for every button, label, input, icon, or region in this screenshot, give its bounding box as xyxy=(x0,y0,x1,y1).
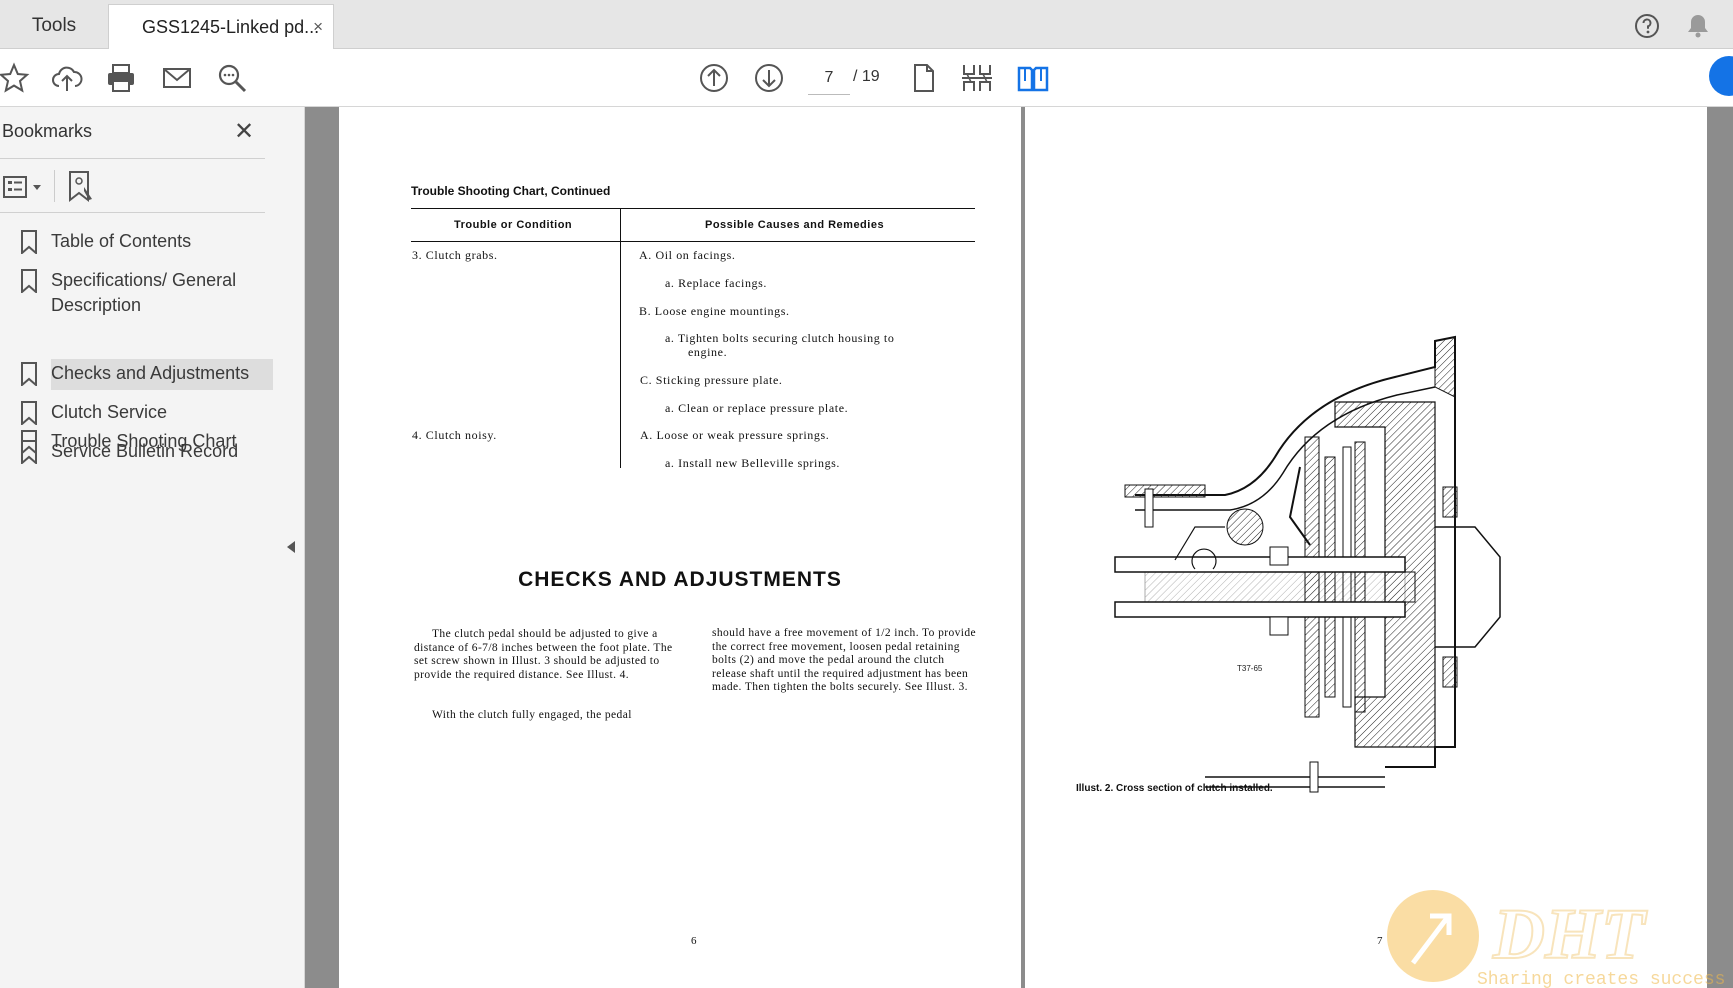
figure-code: T37-65 xyxy=(1237,664,1263,673)
bookmark-icon xyxy=(21,440,37,464)
watermark-brand: DHT xyxy=(1492,894,1648,974)
page-total: / 19 xyxy=(853,68,880,85)
table-header-trouble: Trouble or Condition xyxy=(454,219,573,231)
page-number: 6 xyxy=(691,935,697,947)
bookmark-label: Table of Contents xyxy=(51,231,192,251)
new-bookmark-icon[interactable] xyxy=(66,169,96,203)
zoom-search-icon[interactable] xyxy=(215,61,249,95)
divider xyxy=(0,158,265,159)
remedy-cell: a. Install new Belleville springs. xyxy=(665,456,841,470)
watermark-slogan: Sharing creates success xyxy=(1477,970,1725,988)
table-header-causes: Possible Causes and Remedies xyxy=(705,219,885,231)
remedy-cell: A. Oil on facings. xyxy=(639,248,736,262)
notification-bell-icon[interactable] xyxy=(1685,12,1711,40)
trouble-cell: 4. Clutch noisy. xyxy=(412,428,497,442)
tab-document[interactable]: GSS1245-Linked pd... × xyxy=(108,4,334,49)
page-number: 7 xyxy=(1377,935,1383,947)
table-column-rule xyxy=(620,209,621,468)
bookmarks-panel: Bookmarks ✕ Table of Contents Specificat… xyxy=(0,107,282,988)
mail-icon[interactable] xyxy=(160,61,194,95)
two-page-view-icon[interactable] xyxy=(1016,61,1050,95)
document-viewport[interactable]: Trouble Shooting Chart, Continued Troubl… xyxy=(305,107,1733,988)
bookmark-icon xyxy=(21,401,37,425)
remedy-cell: B. Loose engine mountings. xyxy=(639,304,790,318)
page-number-input[interactable] xyxy=(808,62,850,95)
bookmark-label: Service Bulletin Record xyxy=(51,441,239,461)
print-icon[interactable] xyxy=(104,61,138,95)
collapse-arrow-icon[interactable] xyxy=(287,541,295,553)
tab-close-icon[interactable]: × xyxy=(313,5,323,49)
remedy-cell: a. Clean or replace pressure plate. xyxy=(665,401,849,415)
page-7: T37-65 Illust. 2. Cross section of clutc… xyxy=(1025,107,1707,988)
bookmark-label: Specifications/ General Description xyxy=(51,270,237,315)
page-up-icon[interactable] xyxy=(697,61,731,95)
tab-tools[interactable]: Tools xyxy=(0,4,108,48)
table-rule xyxy=(411,241,975,242)
help-icon[interactable] xyxy=(1633,12,1661,40)
remedy-cell: a. Tighten bolts securing clutch housing… xyxy=(665,331,895,345)
toolbar: / 19 xyxy=(0,49,1733,107)
bookmarks-close-icon[interactable]: ✕ xyxy=(234,117,254,146)
clutch-cross-section-illustration xyxy=(1114,335,1501,793)
section-heading: CHECKS AND ADJUSTMENTS xyxy=(518,568,842,591)
bookmark-icon xyxy=(21,269,37,293)
remedy-cell: A. Loose or weak pressure springs. xyxy=(640,428,830,442)
tab-document-label: GSS1245-Linked pd... xyxy=(142,17,320,37)
bookmark-options-menu-icon[interactable] xyxy=(2,172,44,202)
remedy-cell: engine. xyxy=(688,345,728,359)
bookmark-label: Clutch Service xyxy=(51,402,168,422)
divider xyxy=(0,212,265,213)
dht-watermark-logo: DHT Sharing creates success xyxy=(1387,890,1725,988)
figure-caption: Illust. 2. Cross section of clutch insta… xyxy=(1076,783,1273,794)
chart-title: Trouble Shooting Chart, Continued xyxy=(411,184,611,198)
page-thumbnails-icon[interactable] xyxy=(960,61,994,95)
page-down-icon[interactable] xyxy=(752,61,786,95)
single-page-icon[interactable] xyxy=(906,61,940,95)
bookmark-label: Checks and Adjustments xyxy=(51,359,273,390)
page-6: Trouble Shooting Chart, Continued Troubl… xyxy=(339,107,1021,988)
bookmark-icon xyxy=(21,362,37,386)
tab-bar: Tools GSS1245-Linked pd... × xyxy=(0,0,1733,49)
bookmark-icon xyxy=(21,230,37,254)
remedy-cell: a. Replace facings. xyxy=(665,276,768,290)
cloud-upload-icon[interactable] xyxy=(50,61,84,95)
star-icon[interactable] xyxy=(0,61,31,95)
trouble-cell: 3. Clutch grabs. xyxy=(412,248,498,262)
panel-collapse-strip[interactable] xyxy=(281,107,305,988)
paragraph: should have a free movement of 1/2 inch.… xyxy=(712,627,977,693)
table-rule xyxy=(411,208,975,209)
bookmarks-title: Bookmarks xyxy=(2,121,93,141)
divider xyxy=(54,170,55,202)
remedy-cell: C. Sticking pressure plate. xyxy=(640,373,783,387)
paragraph: With the clutch fully engaged, the pedal xyxy=(432,709,632,721)
paragraph: The clutch pedal should be adjusted to g… xyxy=(414,628,673,681)
